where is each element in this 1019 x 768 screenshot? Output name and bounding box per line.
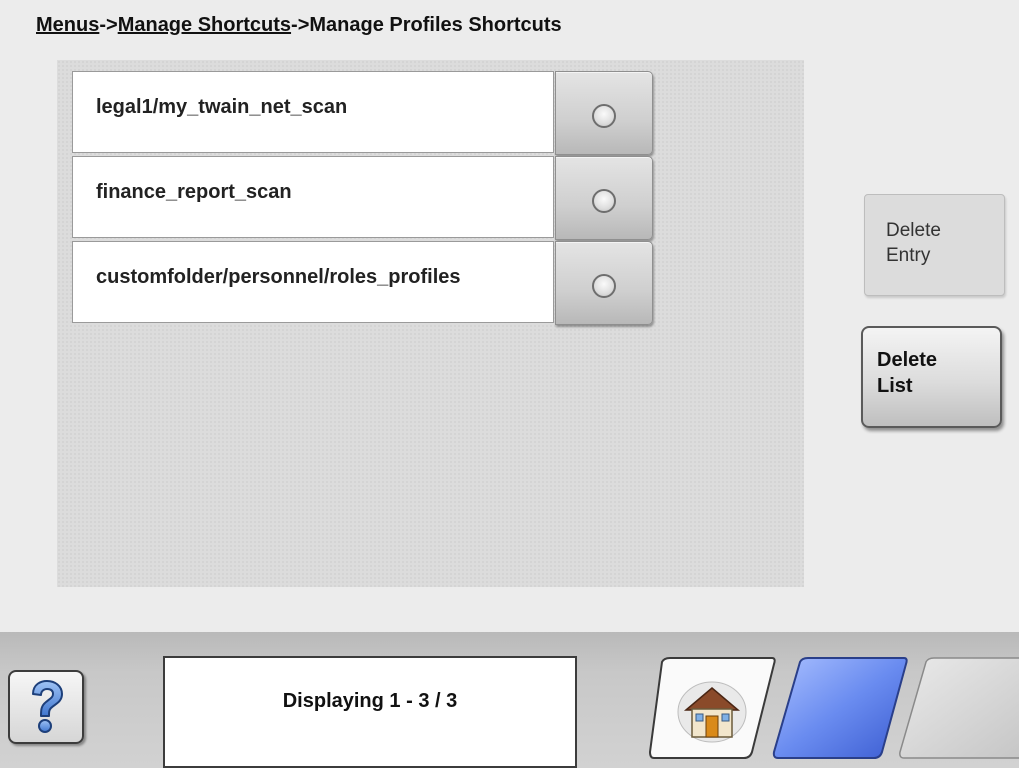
- delete-entry-label-line1: Delete: [886, 220, 941, 241]
- list-item-select-button[interactable]: [555, 71, 653, 155]
- radio-circle-icon: [592, 104, 616, 128]
- status-display: Displaying 1 - 3 / 3: [163, 656, 577, 768]
- list-item: legal1/my_twain_net_scan: [72, 71, 653, 155]
- delete-entry-label-line2: Entry: [886, 244, 931, 266]
- delete-entry-button[interactable]: Delete Entry: [864, 194, 1005, 296]
- delete-list-label-line1: Delete: [877, 349, 938, 371]
- list-item-label[interactable]: customfolder/personnel/roles_profiles: [72, 241, 554, 323]
- home-button[interactable]: [648, 656, 776, 760]
- list-item-select-button[interactable]: [555, 241, 653, 325]
- breadcrumb-current-page: Manage Profiles Shortcuts: [309, 14, 562, 36]
- shortcut-list: legal1/my_twain_net_scan finance_report_…: [72, 71, 653, 326]
- blue-action-button[interactable]: [770, 656, 910, 760]
- list-item-label[interactable]: legal1/my_twain_net_scan: [72, 71, 554, 153]
- breadcrumb-separator: ->: [291, 14, 310, 36]
- help-button[interactable]: [8, 670, 84, 744]
- breadcrumb-link-manage-shortcuts[interactable]: Manage Shortcuts: [118, 14, 291, 36]
- breadcrumb-link-menus[interactable]: Menus: [36, 14, 99, 36]
- breadcrumb: Menus->Manage Shortcuts->Manage Profiles…: [36, 14, 562, 37]
- delete-list-label-line2: List: [877, 375, 913, 397]
- radio-circle-icon: [592, 274, 616, 298]
- home-icon: [677, 681, 747, 743]
- list-item-select-button[interactable]: [555, 156, 653, 240]
- gray-action-button[interactable]: [896, 656, 1019, 760]
- breadcrumb-separator: ->: [99, 14, 118, 36]
- radio-circle-icon: [592, 189, 616, 213]
- list-item: customfolder/personnel/roles_profiles: [72, 241, 653, 325]
- delete-list-button[interactable]: Delete List: [861, 326, 1002, 428]
- list-item-label[interactable]: finance_report_scan: [72, 156, 554, 238]
- question-mark-icon: [32, 680, 63, 733]
- list-item: finance_report_scan: [72, 156, 653, 240]
- status-text: Displaying 1 - 3 / 3: [282, 690, 458, 712]
